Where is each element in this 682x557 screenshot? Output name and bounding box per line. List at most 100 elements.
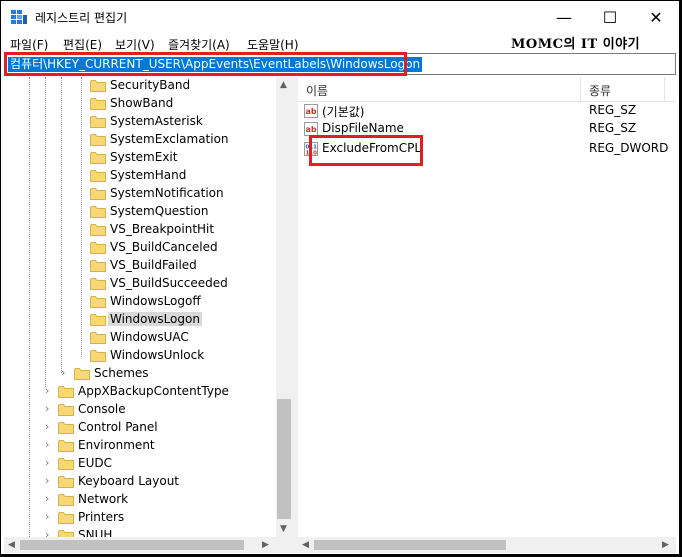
- expand-chevron-icon[interactable]: ›: [61, 366, 65, 379]
- menu-edit[interactable]: 편집(E): [63, 36, 102, 53]
- expand-chevron-icon[interactable]: ›: [45, 384, 49, 397]
- tree-item-event-label[interactable]: WindowsUnlock: [4, 347, 276, 365]
- tree-item-top-key[interactable]: › EUDC: [4, 455, 276, 473]
- folder-icon: [90, 277, 106, 290]
- expand-chevron-icon[interactable]: ›: [45, 510, 49, 523]
- tree-item-event-label[interactable]: SystemQuestion: [4, 203, 276, 221]
- column-separator[interactable]: [580, 77, 581, 101]
- minimize-button[interactable]: —: [541, 1, 587, 33]
- column-header-type[interactable]: 종류: [589, 82, 611, 99]
- tree-horizontal-scroll-thumb[interactable]: [20, 540, 244, 550]
- maximize-icon: ☐: [602, 7, 618, 27]
- scroll-corner: [276, 537, 292, 553]
- expand-chevron-icon[interactable]: ›: [45, 438, 49, 451]
- scroll-right-icon[interactable]: ▶: [262, 540, 269, 550]
- value-type: REG_SZ: [589, 121, 637, 135]
- folder-icon: [58, 457, 74, 470]
- column-header-name[interactable]: 이름: [306, 82, 328, 99]
- key-tree-pane[interactable]: SecurityBand ShowBand SystemAsterisk System…: [4, 77, 292, 553]
- tree-item-event-label[interactable]: SystemNotification: [4, 185, 276, 203]
- tree-item-schemes[interactable]: › Schemes: [4, 365, 276, 383]
- scroll-left-icon[interactable]: ◀: [8, 540, 15, 550]
- tree-item-label: Network: [78, 492, 129, 506]
- tree-item-label: VS_BuildSucceeded: [110, 276, 228, 290]
- tree-item-top-key[interactable]: › Keyboard Layout: [4, 473, 276, 491]
- tree-item-label: Environment: [78, 438, 155, 452]
- folder-icon: [58, 439, 74, 452]
- folder-icon: [58, 385, 74, 398]
- value-highlight-box: [309, 135, 423, 166]
- value-type: REG_SZ: [589, 103, 637, 117]
- tree-item-event-label[interactable]: VS_BuildSucceeded: [4, 275, 276, 293]
- tree-item-event-label[interactable]: SystemAsterisk: [4, 113, 276, 131]
- folder-icon: [90, 313, 106, 326]
- expand-chevron-icon[interactable]: ›: [45, 402, 49, 415]
- scroll-down-icon[interactable]: ▼: [280, 524, 287, 534]
- folder-icon: [90, 169, 106, 182]
- registry-app-icon: [11, 10, 27, 24]
- tree-item-label: Printers: [78, 510, 125, 524]
- value-type: REG_DWORD: [589, 141, 669, 155]
- blog-watermark: MOMC의 IT 이야기: [511, 37, 641, 52]
- tree-item-event-label[interactable]: WindowsLogoff: [4, 293, 276, 311]
- tree-item-event-label[interactable]: SecurityBand: [4, 77, 276, 95]
- menu-view[interactable]: 보기(V): [115, 36, 155, 53]
- tree-item-top-key[interactable]: › Control Panel: [4, 419, 276, 437]
- folder-icon: [90, 97, 106, 110]
- tree-item-label: SecurityBand: [110, 78, 191, 92]
- close-icon: ✕: [649, 7, 663, 27]
- svg-text:ab: ab: [306, 125, 317, 134]
- menu-file[interactable]: 파일(F): [10, 36, 48, 53]
- tree-item-label: VS_BuildCanceled: [110, 240, 218, 254]
- window-title: 레지스트리 편집기: [35, 11, 128, 25]
- tree-item-event-label[interactable]: WindowsLogon: [4, 311, 276, 329]
- values-horizontal-scroll-thumb[interactable]: [314, 540, 506, 550]
- tree-item-top-key[interactable]: › Printers: [4, 509, 276, 527]
- folder-icon: [90, 349, 106, 362]
- tree-item-event-label[interactable]: SystemExclamation: [4, 131, 276, 149]
- tree-item-label: SystemExit: [110, 150, 178, 164]
- tree-item-event-label[interactable]: SystemHand: [4, 167, 276, 185]
- tree-item-top-key[interactable]: › Console: [4, 401, 276, 419]
- tree-item-event-label[interactable]: ShowBand: [4, 95, 276, 113]
- scroll-up-icon[interactable]: ▲: [280, 80, 287, 90]
- tree-item-label: ShowBand: [110, 96, 174, 110]
- maximize-button[interactable]: ☐: [587, 1, 633, 33]
- tree-item-top-key[interactable]: › Network: [4, 491, 276, 509]
- tree-item-top-key[interactable]: › Environment: [4, 437, 276, 455]
- menu-favorites[interactable]: 즐겨찾기(A): [168, 36, 230, 53]
- tree-item-label: SystemExclamation: [110, 132, 229, 146]
- tree-item-label: WindowsUAC: [110, 330, 189, 344]
- expand-chevron-icon[interactable]: ›: [45, 420, 49, 433]
- scroll-right-icon[interactable]: ▶: [662, 540, 669, 550]
- tree-item-event-label[interactable]: SystemExit: [4, 149, 276, 167]
- tree-horizontal-scrollbar[interactable]: ◀ ▶: [4, 537, 276, 553]
- folder-icon: [90, 331, 106, 344]
- tree-item-label: WindowsLogoff: [110, 294, 201, 308]
- tree-vertical-scroll-thumb[interactable]: [277, 399, 291, 519]
- expand-chevron-icon[interactable]: ›: [45, 456, 49, 469]
- title-bar[interactable]: 레지스트리 편집기 — ☐ ✕: [1, 1, 679, 33]
- expand-chevron-icon[interactable]: ›: [45, 492, 49, 505]
- tree-item-event-label[interactable]: VS_BuildFailed: [4, 257, 276, 275]
- folder-icon: [90, 205, 106, 218]
- tree-item-label: SystemQuestion: [110, 204, 209, 218]
- tree-item-event-label[interactable]: VS_BuildCanceled: [4, 239, 276, 257]
- folder-icon: [90, 223, 106, 236]
- expand-chevron-icon[interactable]: ›: [45, 474, 49, 487]
- tree-item-event-label[interactable]: VS_BreakpointHit: [4, 221, 276, 239]
- tree-vertical-scrollbar[interactable]: ▲ ▼: [276, 77, 292, 537]
- tree-item-top-key[interactable]: › AppXBackupContentType: [4, 383, 276, 401]
- scroll-left-icon[interactable]: ◀: [302, 540, 309, 550]
- tree-item-event-label[interactable]: WindowsUAC: [4, 329, 276, 347]
- menu-help[interactable]: 도움말(H): [247, 36, 299, 53]
- folder-icon: [90, 79, 106, 92]
- value-row-default[interactable]: ab (기본값) REG_SZ: [298, 102, 676, 120]
- value-name: DispFileName: [322, 121, 404, 135]
- value-name: (기본값): [322, 105, 365, 119]
- close-button[interactable]: ✕: [633, 1, 679, 33]
- column-separator[interactable]: [664, 77, 665, 101]
- string-value-icon: ab: [304, 122, 318, 136]
- values-horizontal-scrollbar[interactable]: ◀ ▶: [298, 537, 676, 553]
- tree-item-label: VS_BreakpointHit: [110, 222, 215, 236]
